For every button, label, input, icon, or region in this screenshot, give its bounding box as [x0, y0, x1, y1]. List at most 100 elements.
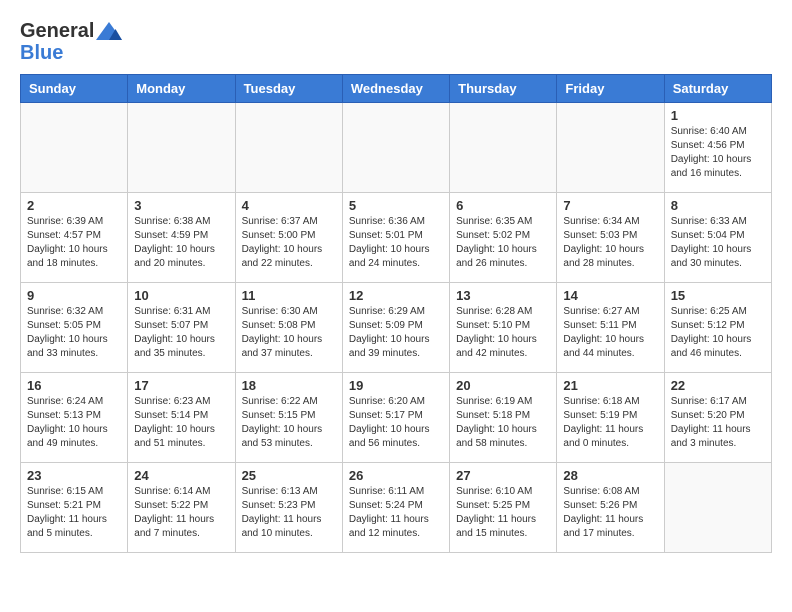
day-number: 5: [349, 198, 443, 213]
day-info: Sunrise: 6:24 AM Sunset: 5:13 PM Dayligh…: [27, 395, 121, 451]
day-number: 3: [134, 198, 228, 213]
day-info: Sunrise: 6:14 AM Sunset: 5:22 PM Dayligh…: [134, 485, 228, 541]
day-info: Sunrise: 6:11 AM Sunset: 5:24 PM Dayligh…: [349, 485, 443, 541]
day-cell: 18 Sunrise: 6:22 AM Sunset: 5:15 PM Dayli…: [235, 373, 342, 463]
day-cell: 5 Sunrise: 6:36 AM Sunset: 5:01 PM Daylig…: [342, 193, 449, 283]
page-header: General Blue: [20, 20, 772, 64]
day-cell: 7 Sunrise: 6:34 AM Sunset: 5:03 PM Daylig…: [557, 193, 664, 283]
day-cell: 28 Sunrise: 6:08 AM Sunset: 5:26 PM Dayli…: [557, 463, 664, 553]
day-info: Sunrise: 6:22 AM Sunset: 5:15 PM Dayligh…: [242, 395, 336, 451]
logo: General Blue: [20, 20, 122, 64]
day-cell: 20 Sunrise: 6:19 AM Sunset: 5:18 PM Dayli…: [450, 373, 557, 463]
week-row-2: 2 Sunrise: 6:39 AM Sunset: 4:57 PM Daylig…: [21, 193, 772, 283]
day-info: Sunrise: 6:33 AM Sunset: 5:04 PM Dayligh…: [671, 215, 765, 271]
day-info: Sunrise: 6:37 AM Sunset: 5:00 PM Dayligh…: [242, 215, 336, 271]
day-number: 9: [27, 288, 121, 303]
day-number: 8: [671, 198, 765, 213]
day-cell: 22Sunrise: 6:17 AM Sunset: 5:20 PM Dayli…: [664, 373, 771, 463]
col-header-monday: Monday: [128, 75, 235, 103]
day-info: Sunrise: 6:29 AM Sunset: 5:09 PM Dayligh…: [349, 305, 443, 361]
day-info: Sunrise: 6:39 AM Sunset: 4:57 PM Dayligh…: [27, 215, 121, 271]
day-cell: [450, 103, 557, 193]
col-header-saturday: Saturday: [664, 75, 771, 103]
day-cell: 11Sunrise: 6:30 AM Sunset: 5:08 PM Dayli…: [235, 283, 342, 373]
day-info: Sunrise: 6:15 AM Sunset: 5:21 PM Dayligh…: [27, 485, 121, 541]
day-cell: [557, 103, 664, 193]
day-number: 23: [27, 468, 121, 483]
calendar-body: 1 Sunrise: 6:40 AM Sunset: 4:56 PM Daylig…: [21, 103, 772, 553]
day-number: 27: [456, 468, 550, 483]
day-info: Sunrise: 6:20 AM Sunset: 5:17 PM Dayligh…: [349, 395, 443, 451]
col-header-thursday: Thursday: [450, 75, 557, 103]
day-cell: 1 Sunrise: 6:40 AM Sunset: 4:56 PM Daylig…: [664, 103, 771, 193]
col-header-sunday: Sunday: [21, 75, 128, 103]
day-cell: 4 Sunrise: 6:37 AM Sunset: 5:00 PM Daylig…: [235, 193, 342, 283]
day-info: Sunrise: 6:31 AM Sunset: 5:07 PM Dayligh…: [134, 305, 228, 361]
day-number: 15: [671, 288, 765, 303]
day-info: Sunrise: 6:10 AM Sunset: 5:25 PM Dayligh…: [456, 485, 550, 541]
logo-blue: Blue: [20, 42, 63, 64]
day-number: 11: [242, 288, 336, 303]
col-header-tuesday: Tuesday: [235, 75, 342, 103]
day-info: Sunrise: 6:25 AM Sunset: 5:12 PM Dayligh…: [671, 305, 765, 361]
day-cell: 13 Sunrise: 6:28 AM Sunset: 5:10 PM Dayli…: [450, 283, 557, 373]
day-cell: 15 Sunrise: 6:25 AM Sunset: 5:12 PM Dayli…: [664, 283, 771, 373]
day-info: Sunrise: 6:28 AM Sunset: 5:10 PM Dayligh…: [456, 305, 550, 361]
day-cell: 19 Sunrise: 6:20 AM Sunset: 5:17 PM Dayli…: [342, 373, 449, 463]
day-info: Sunrise: 6:27 AM Sunset: 5:11 PM Dayligh…: [563, 305, 657, 361]
day-number: 28: [563, 468, 657, 483]
day-info: Sunrise: 6:36 AM Sunset: 5:01 PM Dayligh…: [349, 215, 443, 271]
day-info: Sunrise: 6:32 AM Sunset: 5:05 PM Dayligh…: [27, 305, 121, 361]
day-info: Sunrise: 6:34 AM Sunset: 5:03 PM Dayligh…: [563, 215, 657, 271]
day-cell: [664, 463, 771, 553]
days-of-week-row: SundayMondayTuesdayWednesdayThursdayFrid…: [21, 75, 772, 103]
day-number: 13: [456, 288, 550, 303]
day-number: 16: [27, 378, 121, 393]
day-number: 17: [134, 378, 228, 393]
week-row-4: 16 Sunrise: 6:24 AM Sunset: 5:13 PM Dayli…: [21, 373, 772, 463]
day-number: 2: [27, 198, 121, 213]
day-cell: [342, 103, 449, 193]
day-number: 21: [563, 378, 657, 393]
day-number: 10: [134, 288, 228, 303]
day-info: Sunrise: 6:40 AM Sunset: 4:56 PM Dayligh…: [671, 125, 765, 181]
day-cell: [235, 103, 342, 193]
day-info: Sunrise: 6:19 AM Sunset: 5:18 PM Dayligh…: [456, 395, 550, 451]
day-number: 6: [456, 198, 550, 213]
day-number: 20: [456, 378, 550, 393]
day-number: 18: [242, 378, 336, 393]
day-cell: 8 Sunrise: 6:33 AM Sunset: 5:04 PM Daylig…: [664, 193, 771, 283]
day-info: Sunrise: 6:13 AM Sunset: 5:23 PM Dayligh…: [242, 485, 336, 541]
day-number: 24: [134, 468, 228, 483]
day-number: 7: [563, 198, 657, 213]
day-number: 26: [349, 468, 443, 483]
day-cell: 26 Sunrise: 6:11 AM Sunset: 5:24 PM Dayli…: [342, 463, 449, 553]
calendar-table: SundayMondayTuesdayWednesdayThursdayFrid…: [20, 74, 772, 553]
day-info: Sunrise: 6:23 AM Sunset: 5:14 PM Dayligh…: [134, 395, 228, 451]
day-cell: 10 Sunrise: 6:31 AM Sunset: 5:07 PM Dayli…: [128, 283, 235, 373]
week-row-1: 1 Sunrise: 6:40 AM Sunset: 4:56 PM Daylig…: [21, 103, 772, 193]
day-info: Sunrise: 6:18 AM Sunset: 5:19 PM Dayligh…: [563, 395, 657, 451]
day-number: 14: [563, 288, 657, 303]
week-row-3: 9 Sunrise: 6:32 AM Sunset: 5:05 PM Daylig…: [21, 283, 772, 373]
day-number: 25: [242, 468, 336, 483]
day-cell: 9 Sunrise: 6:32 AM Sunset: 5:05 PM Daylig…: [21, 283, 128, 373]
col-header-wednesday: Wednesday: [342, 75, 449, 103]
logo-icon: [96, 22, 122, 40]
day-cell: 16 Sunrise: 6:24 AM Sunset: 5:13 PM Dayli…: [21, 373, 128, 463]
day-cell: [21, 103, 128, 193]
day-info: Sunrise: 6:08 AM Sunset: 5:26 PM Dayligh…: [563, 485, 657, 541]
day-cell: [128, 103, 235, 193]
day-info: Sunrise: 6:38 AM Sunset: 4:59 PM Dayligh…: [134, 215, 228, 271]
day-cell: 24 Sunrise: 6:14 AM Sunset: 5:22 PM Dayli…: [128, 463, 235, 553]
day-cell: 23 Sunrise: 6:15 AM Sunset: 5:21 PM Dayli…: [21, 463, 128, 553]
day-cell: 6 Sunrise: 6:35 AM Sunset: 5:02 PM Daylig…: [450, 193, 557, 283]
day-number: 19: [349, 378, 443, 393]
day-number: 4: [242, 198, 336, 213]
col-header-friday: Friday: [557, 75, 664, 103]
day-cell: 21 Sunrise: 6:18 AM Sunset: 5:19 PM Dayli…: [557, 373, 664, 463]
day-number: 1: [671, 108, 765, 123]
day-cell: 12Sunrise: 6:29 AM Sunset: 5:09 PM Dayli…: [342, 283, 449, 373]
day-info: Sunrise: 6:35 AM Sunset: 5:02 PM Dayligh…: [456, 215, 550, 271]
week-row-5: 23 Sunrise: 6:15 AM Sunset: 5:21 PM Dayli…: [21, 463, 772, 553]
